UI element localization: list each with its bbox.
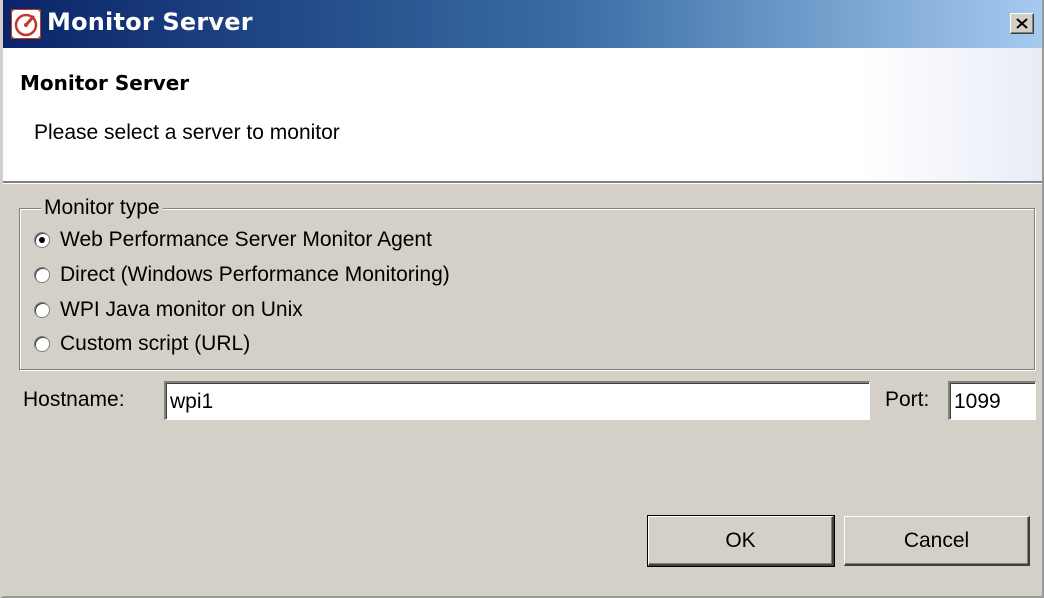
port-input[interactable] <box>948 381 1036 420</box>
radio-button[interactable] <box>34 267 50 283</box>
banner-separator <box>3 181 1042 184</box>
port-label: Port: <box>885 388 930 411</box>
monitor-server-dialog: Monitor Server Monitor Server Please sel… <box>0 0 1044 598</box>
banner-heading: Monitor Server <box>20 71 190 95</box>
banner-message: Please select a server to monitor <box>34 121 340 144</box>
banner-gradient <box>862 48 1042 181</box>
ok-button[interactable]: OK <box>647 515 835 567</box>
hostname-label: Hostname: <box>23 388 125 411</box>
radio-label: Custom script (URL) <box>60 332 251 355</box>
cancel-button[interactable]: Cancel <box>844 516 1030 566</box>
speedometer-icon <box>11 9 41 39</box>
radio-button[interactable] <box>34 336 50 352</box>
radio-button[interactable] <box>34 232 50 248</box>
hostname-input[interactable] <box>164 381 870 420</box>
radio-web-performance-agent[interactable]: Web Performance Server Monitor Agent <box>34 226 432 254</box>
title-bar[interactable]: Monitor Server <box>3 0 1042 48</box>
radio-direct-windows[interactable]: Direct (Windows Performance Monitoring) <box>34 261 450 289</box>
monitor-type-legend: Monitor type <box>41 195 163 221</box>
close-icon <box>1016 18 1028 29</box>
radio-label: Direct (Windows Performance Monitoring) <box>60 263 450 286</box>
radio-button[interactable] <box>34 302 50 318</box>
radio-wpi-java-unix[interactable]: WPI Java monitor on Unix <box>34 296 303 324</box>
window-title: Monitor Server <box>47 8 253 36</box>
radio-label: Web Performance Server Monitor Agent <box>60 228 432 251</box>
monitor-type-group: Monitor type Web Performance Server Moni… <box>19 195 1035 370</box>
close-button[interactable] <box>1010 13 1034 34</box>
header-banner: Monitor Server Please select a server to… <box>3 48 1042 181</box>
radio-label: WPI Java monitor on Unix <box>60 298 303 321</box>
radio-custom-script[interactable]: Custom script (URL) <box>34 330 250 358</box>
